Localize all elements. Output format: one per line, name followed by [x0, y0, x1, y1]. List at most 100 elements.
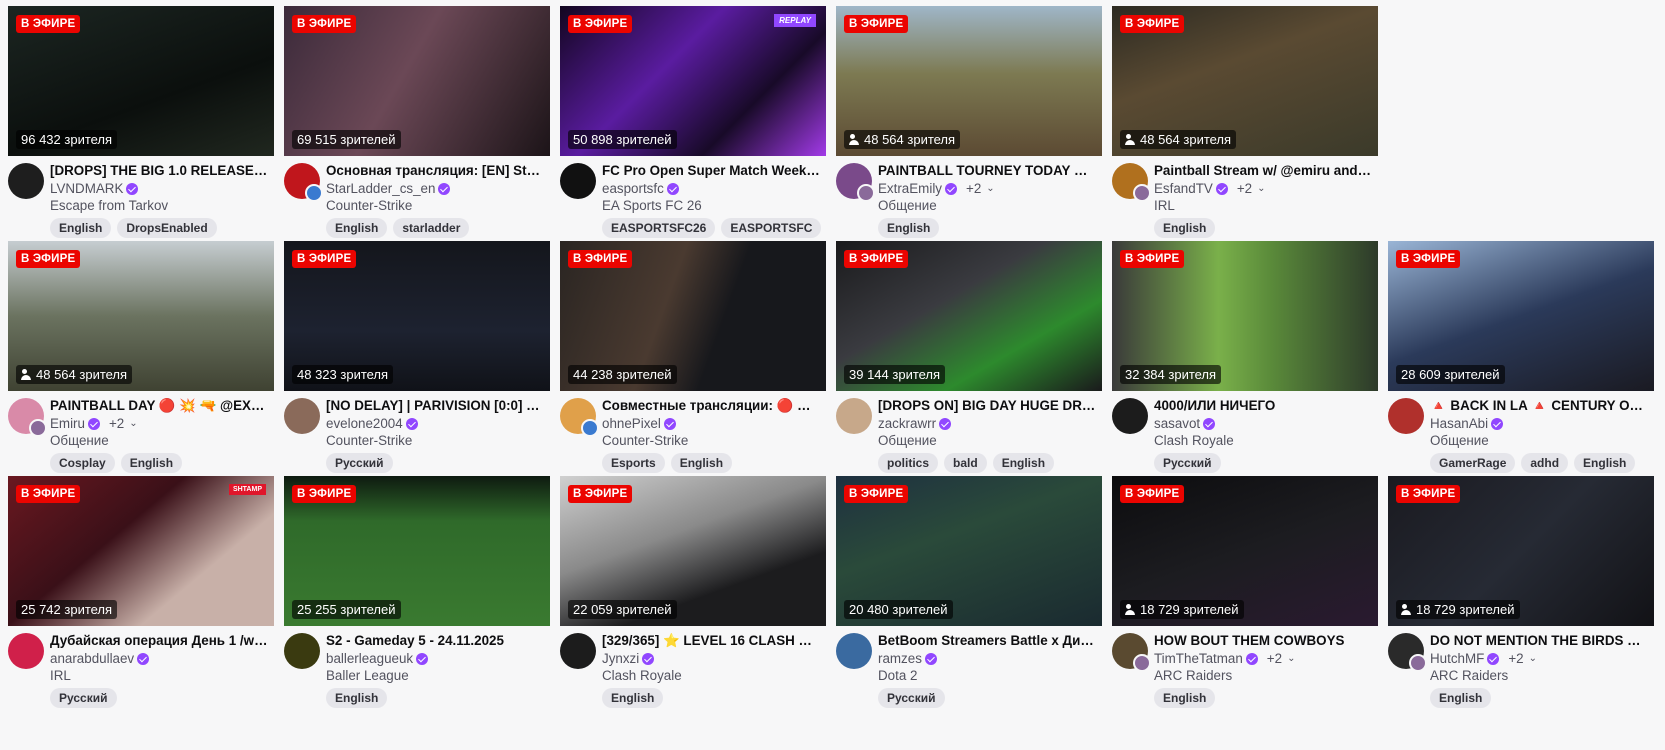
category-link[interactable]: Counter-Strike	[326, 432, 544, 449]
tag[interactable]: Esports	[602, 453, 665, 473]
channel-avatar[interactable]	[1388, 633, 1427, 672]
channel-avatar[interactable]	[8, 633, 44, 669]
squad-plus[interactable]: +2	[109, 415, 124, 432]
stream-thumbnail[interactable]: В ЭФИРЕ 48 323 зрителя	[284, 241, 550, 391]
chevron-down-icon[interactable]: ⌄	[1529, 650, 1537, 667]
category-link[interactable]: Общение	[878, 197, 1096, 214]
tag[interactable]: English	[1154, 218, 1216, 238]
tag[interactable]: Русский	[326, 453, 393, 473]
stream-title[interactable]: HOW BOUT THEM COWBOYS	[1154, 632, 1372, 650]
channel-avatar[interactable]	[836, 398, 872, 434]
category-link[interactable]: Escape from Tarkov	[50, 197, 268, 214]
tag[interactable]: adhd	[1521, 453, 1569, 473]
stream-title[interactable]: FC Pro Open Super Match Week 1 -...	[602, 162, 820, 180]
category-link[interactable]: IRL	[1154, 197, 1372, 214]
stream-card[interactable]: В ЭФИРЕ 44 238 зрителей Совместные транс…	[560, 241, 826, 491]
category-link[interactable]: IRL	[50, 667, 268, 684]
tag[interactable]: English	[878, 218, 940, 238]
stream-card[interactable]: В ЭФИРЕ 18 729 зрителей DO NOT MENTION T…	[1388, 476, 1654, 726]
channel-name[interactable]: evelone2004	[326, 415, 544, 432]
tag[interactable]: bald	[944, 453, 987, 473]
tag[interactable]: EASPORTSFC	[721, 218, 822, 238]
tag[interactable]: Cosplay	[50, 453, 115, 473]
stream-title[interactable]: DO NOT MENTION THE BIRDS GAM...	[1430, 632, 1648, 650]
stream-card[interactable]: В ЭФИРЕ SHTAMP 25 742 зрителя Дубайская …	[8, 476, 274, 726]
channel-name[interactable]: ExtraEmily +2 ⌄	[878, 180, 1096, 197]
stream-title[interactable]: Основная трансляция: [EN] Strea...	[326, 162, 544, 180]
channel-avatar[interactable]	[284, 163, 323, 202]
channel-name[interactable]: ramzes	[878, 650, 1096, 667]
channel-name[interactable]: anarabdullaev	[50, 650, 268, 667]
stream-card[interactable]: В ЭФИРЕ 32 384 зрителя 4000/ИЛИ НИЧЕГО s…	[1112, 241, 1378, 491]
channel-name[interactable]: HasanAbi	[1430, 415, 1648, 432]
squad-plus[interactable]: +2	[966, 180, 981, 197]
stream-thumbnail[interactable]: В ЭФИРЕ 48 564 зрителя	[836, 6, 1102, 156]
stream-card[interactable]: В ЭФИРЕ 96 432 зрителя [DROPS] THE BIG 1…	[8, 6, 274, 256]
stream-title[interactable]: PAINTBALL TOURNEY TODAY ⭐ T...	[878, 162, 1096, 180]
stream-thumbnail[interactable]: В ЭФИРЕ 96 432 зрителя	[8, 6, 274, 156]
category-link[interactable]: Counter-Strike	[326, 197, 544, 214]
stream-thumbnail[interactable]: В ЭФИРЕ REPLAY 50 898 зрителей	[560, 6, 826, 156]
stream-card[interactable]: В ЭФИРЕ 18 729 зрителей HOW BOUT THEM CO…	[1112, 476, 1378, 726]
channel-avatar[interactable]	[284, 633, 320, 669]
channel-avatar[interactable]	[560, 163, 596, 199]
channel-avatar[interactable]	[1112, 398, 1148, 434]
stream-thumbnail[interactable]: В ЭФИРЕ 48 564 зрителя	[1112, 6, 1378, 156]
stream-thumbnail[interactable]: В ЭФИРЕ SHTAMP 25 742 зрителя	[8, 476, 274, 626]
tag[interactable]: starladder	[393, 218, 470, 238]
tag[interactable]: English	[670, 453, 733, 473]
tag[interactable]: politics	[878, 453, 939, 473]
squad-plus[interactable]: +2	[1237, 180, 1252, 197]
category-link[interactable]: Общение	[878, 432, 1096, 449]
channel-avatar[interactable]	[8, 163, 44, 199]
channel-name[interactable]: EsfandTV +2 ⌄	[1154, 180, 1372, 197]
tag[interactable]: English	[992, 453, 1055, 473]
channel-avatar[interactable]	[1112, 163, 1151, 202]
channel-avatar[interactable]	[8, 398, 47, 437]
stream-thumbnail[interactable]: В ЭФИРЕ 28 609 зрителей	[1388, 241, 1654, 391]
stream-thumbnail[interactable]: В ЭФИРЕ 18 729 зрителей	[1112, 476, 1378, 626]
tag[interactable]: GamerRage	[1430, 453, 1516, 473]
tag[interactable]: English	[50, 218, 112, 238]
channel-name[interactable]: LVNDMARK	[50, 180, 268, 197]
chevron-down-icon[interactable]: ⌄	[986, 180, 994, 197]
stream-thumbnail[interactable]: В ЭФИРЕ 32 384 зрителя	[1112, 241, 1378, 391]
channel-avatar[interactable]	[1112, 633, 1151, 672]
stream-title[interactable]: 4000/ИЛИ НИЧЕГО	[1154, 397, 1372, 415]
stream-card[interactable]: В ЭФИРЕ 48 564 зрителя PAINTBALL TOURNEY…	[836, 6, 1102, 256]
channel-avatar[interactable]	[284, 398, 320, 434]
stream-thumbnail[interactable]: В ЭФИРЕ 20 480 зрителей	[836, 476, 1102, 626]
stream-thumbnail[interactable]: В ЭФИРЕ 25 255 зрителей	[284, 476, 550, 626]
stream-card[interactable]: В ЭФИРЕ 39 144 зрителя [DROPS ON] BIG DA…	[836, 241, 1102, 491]
category-link[interactable]: Counter-Strike	[602, 432, 820, 449]
squad-plus[interactable]: +2	[1508, 650, 1523, 667]
channel-avatar[interactable]	[560, 633, 596, 669]
stream-title[interactable]: 🔺 BACK IN LA 🔺 CENTURY OF HU...	[1430, 397, 1648, 415]
stream-thumbnail[interactable]: В ЭФИРЕ 44 238 зрителей	[560, 241, 826, 391]
stream-card[interactable]: В ЭФИРЕ 69 515 зрителей Основная трансля…	[284, 6, 550, 256]
channel-name[interactable]: Jynxzi	[602, 650, 820, 667]
channel-avatar[interactable]	[836, 163, 875, 202]
category-link[interactable]: ARC Raiders	[1430, 667, 1648, 684]
category-link[interactable]: ARC Raiders	[1154, 667, 1372, 684]
tag[interactable]: English	[120, 453, 183, 473]
stream-thumbnail[interactable]: В ЭФИРЕ 48 564 зрителя	[8, 241, 274, 391]
channel-name[interactable]: HutchMF +2 ⌄	[1430, 650, 1648, 667]
tag[interactable]: English	[1430, 688, 1492, 708]
stream-title[interactable]: Дубайская операция День 1 /w @...	[50, 632, 268, 650]
channel-name[interactable]: ballerleagueuk	[326, 650, 544, 667]
category-link[interactable]: Baller League	[326, 667, 544, 684]
category-link[interactable]: Dota 2	[878, 667, 1096, 684]
chevron-down-icon[interactable]: ⌄	[129, 415, 137, 432]
stream-title[interactable]: Совместные трансляции: 🔴 M80...	[602, 397, 820, 415]
tag[interactable]: English	[1154, 688, 1216, 708]
stream-thumbnail[interactable]: В ЭФИРЕ 39 144 зрителя	[836, 241, 1102, 391]
stream-thumbnail[interactable]: В ЭФИРЕ 22 059 зрителей	[560, 476, 826, 626]
category-link[interactable]: Clash Royale	[602, 667, 820, 684]
tag[interactable]: EASPORTSFC26	[602, 218, 716, 238]
tag[interactable]: English	[326, 218, 388, 238]
category-link[interactable]: Общение	[50, 432, 268, 449]
stream-card[interactable]: В ЭФИРЕ 48 323 зрителя [NO DELAY] | PARI…	[284, 241, 550, 491]
channel-name[interactable]: easportsfc	[602, 180, 820, 197]
stream-title[interactable]: S2 - Gameday 5 - 24.11.2025	[326, 632, 544, 650]
